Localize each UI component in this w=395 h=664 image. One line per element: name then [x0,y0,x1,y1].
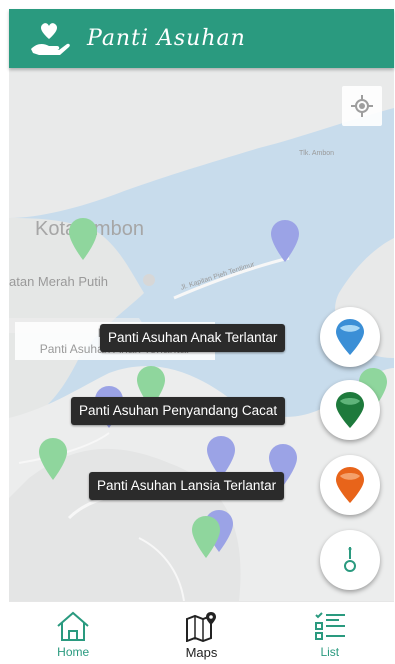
heart-hand-logo-icon [31,22,70,55]
map-label-bay: Tlk. Ambon [299,150,335,157]
map-pin-purple[interactable] [271,220,299,262]
fab-penyandang-cacat[interactable] [320,380,380,440]
map-pin-green[interactable] [192,516,220,558]
bottom-navigation: Home Maps List [9,601,394,664]
fab-label-penyandang-cacat[interactable]: Panti Asuhan Penyandang Cacat [71,397,286,425]
app-bar: Panti Asuhan [9,9,394,68]
my-location-button[interactable] [342,86,382,126]
nav-item-home[interactable]: Home [9,602,137,664]
nav-label-maps: Maps [185,645,218,660]
green-map-pin-icon [336,392,364,428]
fab-main-toggle[interactable] [320,530,380,590]
map-pin-green[interactable] [69,218,97,260]
nav-label-list: List [320,645,340,659]
list-icon [314,612,345,640]
home-icon [57,611,89,641]
map-icon [186,612,217,642]
fab-anak-terlantar[interactable] [320,307,380,367]
app-root: Panti Asuhan Kota Ambon atan Merah Putih [0,0,395,664]
map-label-landmark: atan Merah Putih [9,274,109,289]
nav-label-home: Home [57,645,90,659]
fab-label-anak-terlantar[interactable]: Panti Asuhan Anak Terlantar [100,324,286,352]
crosshair-icon [351,95,373,117]
orange-map-pin-icon [336,467,364,503]
blue-map-pin-icon [336,319,364,355]
fab-lansia-terlantar[interactable] [320,455,380,515]
nav-item-list[interactable]: List [266,602,394,664]
nav-item-maps[interactable]: Maps [137,602,265,664]
app-title: Panti Asuhan [87,26,246,51]
map-pin-green[interactable] [39,438,67,480]
fab-label-lansia-terlantar[interactable]: Panti Asuhan Lansia Terlantar [89,472,285,500]
pin-outline-icon [344,547,356,572]
